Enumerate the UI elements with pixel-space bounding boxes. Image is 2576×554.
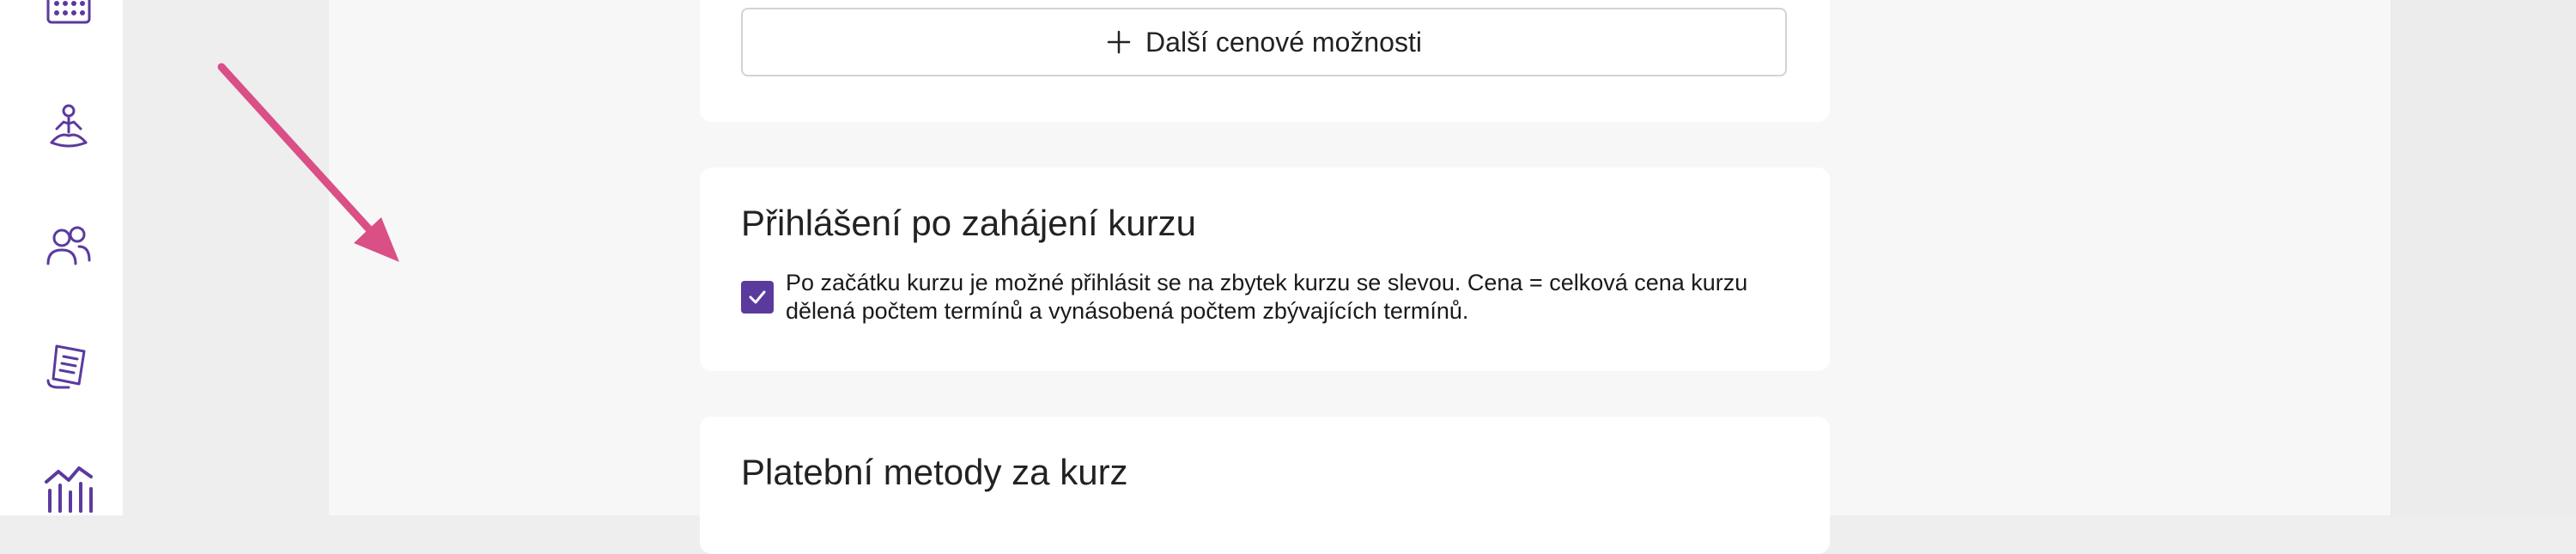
payment-methods-title: Platební metody za kurz — [741, 452, 1128, 492]
users-icon[interactable] — [39, 217, 98, 276]
right-panel — [2391, 0, 2576, 515]
late-registration-description: Po začátku kurzu je možné přihlásit se n… — [786, 270, 1748, 324]
late-registration-card: Přihlášení po zahájení kurzu Po začátku … — [700, 167, 1830, 371]
payment-methods-card: Platební metody za kurz — [700, 417, 1830, 554]
late-registration-checkbox[interactable] — [741, 281, 774, 314]
late-registration-title: Přihlášení po zahájení kurzu — [741, 203, 1196, 243]
yoga-icon[interactable] — [39, 100, 98, 158]
main-content: Další cenové možnosti Přihlášení po zahá… — [329, 0, 2391, 554]
sidebar — [0, 0, 123, 515]
receipt-icon[interactable] — [39, 338, 98, 396]
analytics-icon[interactable] — [39, 460, 98, 518]
calendar-icon[interactable] — [39, 0, 98, 34]
more-pricing-options-label: Další cenové možnosti — [1145, 26, 1422, 58]
checkmark-icon — [749, 290, 766, 304]
pricing-card: Další cenové možnosti — [700, 0, 1830, 122]
more-pricing-options-button[interactable]: Další cenové možnosti — [741, 8, 1787, 76]
plus-icon — [1107, 30, 1131, 54]
